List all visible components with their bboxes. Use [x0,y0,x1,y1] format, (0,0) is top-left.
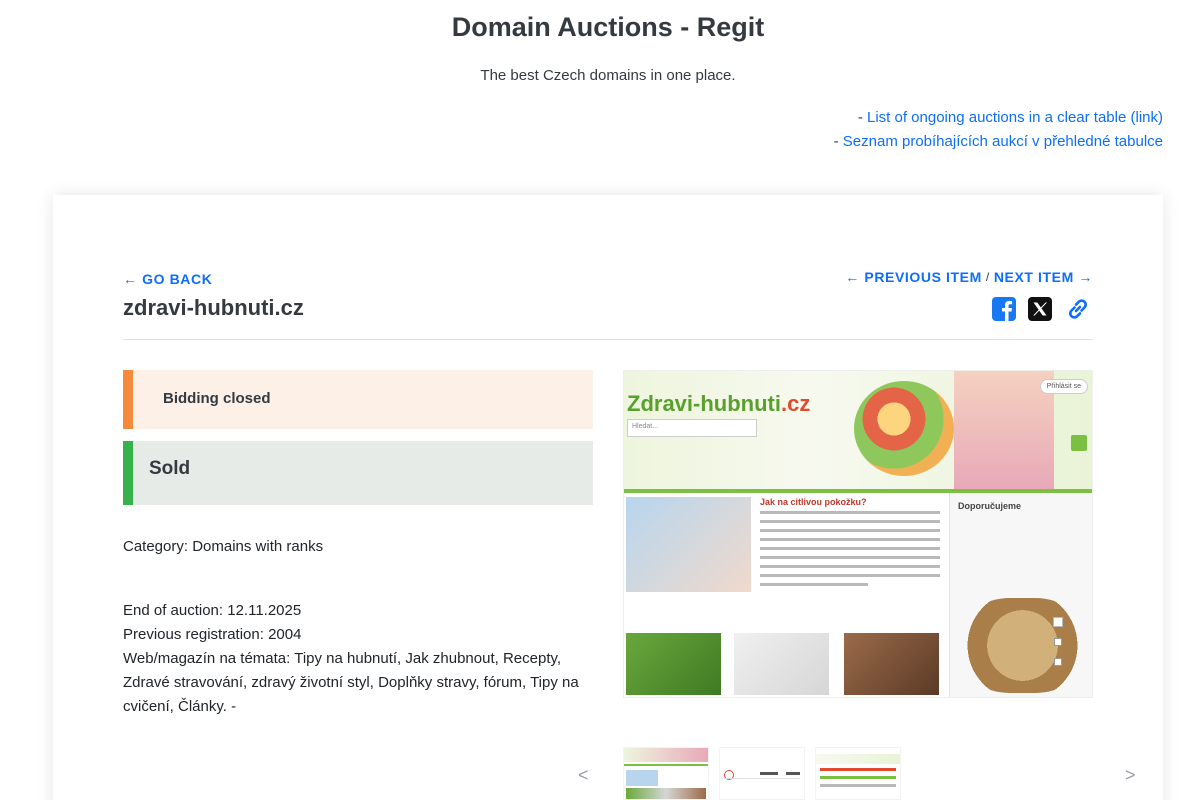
next-item-link[interactable]: NEXT ITEM → [994,269,1093,285]
status-bidding-closed: Bidding closed [123,370,593,429]
screenshot-ginger-image [960,598,1085,693]
screenshot-search: Hledat... [627,419,757,437]
item-description: Web/magazín na témata: Tipy na hubnutí, … [123,650,579,715]
screenshot-article-image [626,497,751,592]
item-details: End of auction: 12.11.2025 Previous regi… [123,599,593,719]
x-icon[interactable] [1027,296,1053,322]
screenshot-login: Přihlásit se [1039,379,1088,394]
previous-item-link[interactable]: ← PREVIOUS ITEM [845,269,982,285]
screenshot-thumb-device [734,633,829,695]
item-navigation: ← PREVIOUS ITEM / NEXT ITEM → [845,269,1093,285]
link-prefix: - [857,109,867,126]
thumbnail-strip [623,747,901,800]
screenshot-menu-icon [1071,435,1087,451]
quick-link-row-cz: - Seznam probíhajících aukcí v přehledné… [834,130,1163,154]
screenshot-logo-tld: .cz [780,391,811,416]
gallery-dot[interactable] [1054,618,1062,626]
website-screenshot[interactable]: Zdravi-hubnuti.cz Hledat... Přihlásit se… [623,370,1093,698]
site-subtitle: The best Czech domains in one place. [480,67,736,84]
gallery-dot[interactable] [1054,638,1062,646]
go-back-link[interactable]: ← GO BACK [123,271,212,287]
gallery-dots [1054,618,1062,666]
auctions-table-link-cz[interactable]: Seznam probíhajících aukcí v přehledné t… [843,133,1163,150]
thumbnail-2[interactable] [719,747,805,800]
carousel-prev-button[interactable]: < [578,765,589,786]
link-prefix: - [833,133,843,150]
thumbnail-1[interactable] [623,747,709,800]
previous-registration: Previous registration: 2004 [123,626,302,643]
quick-links: - List of ongoing auctions in a clear ta… [834,106,1163,154]
arrow-right-icon: → [1078,269,1093,285]
screenshot-thumb-steak [844,633,939,695]
arrow-left-icon: ← [845,269,860,285]
screenshot-vegetables [854,381,954,476]
screenshot-logo-main: Zdravi-hubnuti [627,391,781,416]
next-item-label: NEXT ITEM [993,269,1074,285]
share-buttons [991,296,1093,322]
facebook-icon[interactable] [991,296,1017,322]
gallery-dot[interactable] [1054,658,1062,666]
previous-item-label: PREVIOUS ITEM [864,269,982,285]
item-category: Category: Domains with ranks [123,538,324,555]
carousel-next-button[interactable]: > [1125,765,1136,786]
nav-separator: / [985,270,990,284]
quick-link-row-en: - List of ongoing auctions in a clear ta… [834,106,1163,130]
auction-card: ← GO BACK ← PREVIOUS ITEM / NEXT ITEM → … [53,195,1163,800]
thumbnail-3[interactable] [815,747,901,800]
domain-name: zdravi-hubnuti.cz [123,295,304,320]
end-of-auction: End of auction: 12.11.2025 [123,602,302,619]
screenshot-thumb-herbs [626,633,721,695]
screenshot-aside-title: Doporučujeme [958,501,1022,511]
header-divider [123,339,1093,340]
screenshot-article-text [760,511,940,592]
screenshot-aside: Doporučujeme [949,493,1092,697]
status-sold-badge: Sold [123,441,593,505]
screenshot-logo: Zdravi-hubnuti.cz [627,391,810,417]
auctions-table-link-en[interactable]: List of ongoing auctions in a clear tabl… [867,109,1163,126]
screenshot-article-title: Jak na citlivou pokožku? [760,497,867,507]
screenshot-people [954,371,1054,489]
site-title: Domain Auctions - Regit [451,12,765,42]
go-back-label: GO BACK [142,271,213,287]
link-icon[interactable] [1063,296,1093,322]
screenshot-header: Zdravi-hubnuti.cz Hledat... Přihlásit se [624,371,1092,489]
arrow-left-icon: ← [123,271,138,287]
